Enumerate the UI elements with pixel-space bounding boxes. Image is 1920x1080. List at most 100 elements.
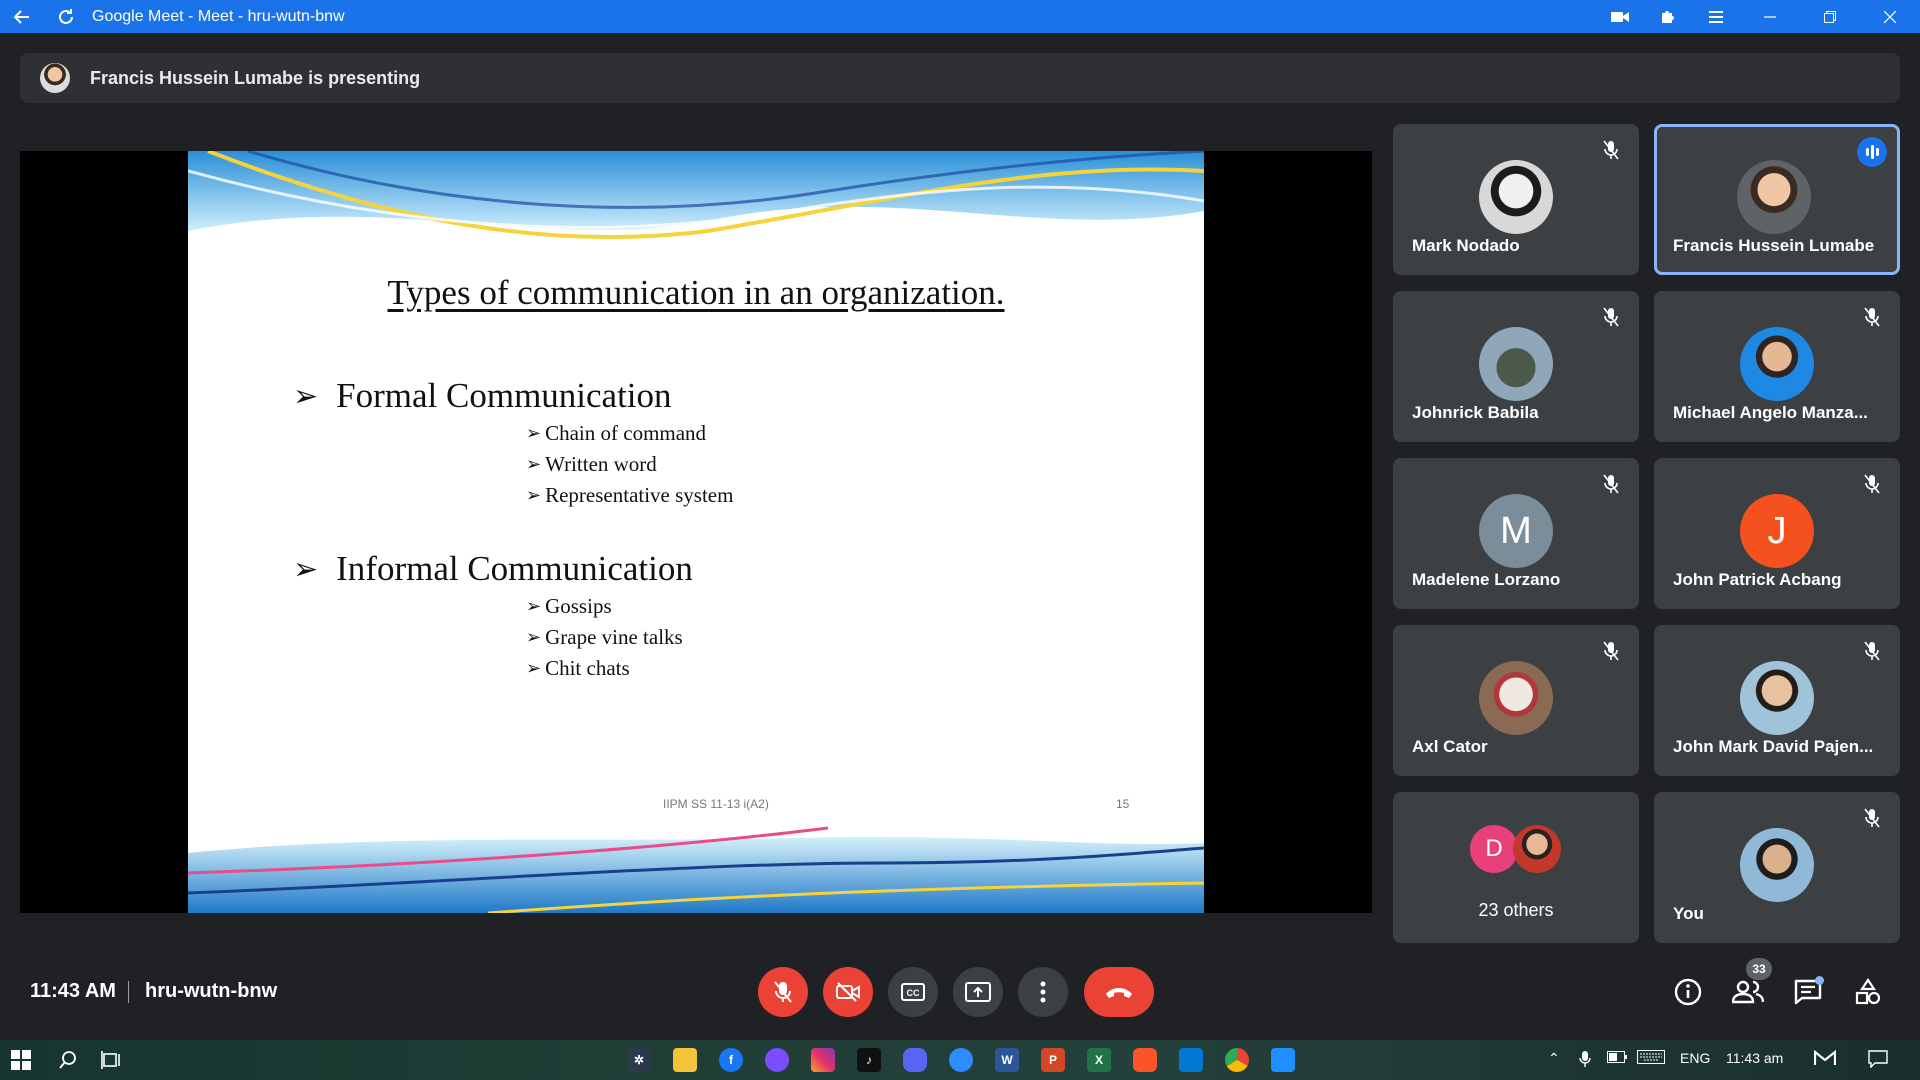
puzzle-icon [1662,10,1674,23]
bullet-arrow-icon: ➢ [526,454,542,474]
slide-item: ➢ Gossips [526,594,612,619]
slide-item: ➢ Chain of command [526,421,706,446]
file-explorer-icon[interactable] [673,1048,697,1072]
participant-tile[interactable]: M Madelene Lorzano [1393,458,1639,609]
participant-tile[interactable]: Johnrick Babila [1393,291,1639,442]
windows-start-button[interactable] [10,1049,32,1071]
participant-name: Axl Cator [1412,737,1488,756]
task-view-icon [101,1051,120,1069]
heading-text: Informal Communication [336,549,693,588]
battery-icon[interactable] [1607,1050,1627,1066]
participant-initial-avatar: M [1479,494,1553,568]
minimize-button[interactable] [1740,0,1800,33]
show-hidden-icons-chevron-icon[interactable]: ⌃ [1548,1050,1560,1067]
restore-button[interactable] [1800,0,1860,33]
hang-up-icon [1106,988,1132,998]
taskbar-clock[interactable]: 11:43 am [1726,1050,1783,1066]
extensions-button[interactable] [1644,0,1692,33]
tiktok-glyph-icon: ♪ [866,1053,872,1067]
app-glyph-icon: ✲ [633,1053,645,1067]
others-tile[interactable]: D 23 others [1393,792,1639,943]
keyboard-icon[interactable] [1637,1050,1665,1067]
messenger-icon[interactable] [765,1048,789,1072]
people-icon [1732,980,1764,1004]
taskbar-app-icon[interactable]: ✲ [627,1048,651,1072]
participant-tile[interactable]: Mark Nodado [1393,124,1639,275]
heading-text: Formal Communication [336,376,672,415]
participant-tile[interactable]: Axl Cator [1393,625,1639,776]
participant-name: Mark Nodado [1412,236,1520,255]
mic-off-icon [1599,305,1623,329]
participant-tile[interactable]: Michael Angelo Manza... [1654,291,1900,442]
camera-off-icon [836,982,860,1002]
participant-name: Johnrick Babila [1412,403,1539,422]
camera-icon [1611,11,1629,22]
participant-initial-avatar: J [1740,494,1814,568]
participant-tile[interactable]: John Mark David Pajen... [1654,625,1900,776]
menu-button[interactable] [1692,0,1740,33]
meeting-details-button[interactable] [1670,974,1706,1010]
camera-indicator-button[interactable] [1596,0,1644,33]
item-text: Chit chats [545,656,630,680]
activities-button[interactable] [1850,974,1886,1010]
tiktok-icon[interactable]: ♪ [857,1048,881,1072]
browser-titlebar: Google Meet - Meet - hru-wutn-bnw [0,0,1920,33]
taskbar-search-button[interactable] [56,1048,80,1072]
windows-logo-icon [11,1050,31,1070]
instagram-icon[interactable] [811,1048,835,1072]
divider [128,981,129,1003]
mic-off-icon [1860,639,1884,663]
powerpoint-glyph-icon: P [1048,1053,1057,1067]
powerpoint-icon[interactable]: P [1041,1048,1065,1072]
participant-avatar [1737,160,1811,234]
microphone-tray-icon[interactable] [1579,1050,1591,1071]
mic-toggle-button[interactable] [758,967,808,1017]
excel-glyph-icon: X [1094,1053,1103,1067]
back-button[interactable] [0,0,44,33]
participant-tile[interactable]: J John Patrick Acbang [1654,458,1900,609]
captions-button[interactable]: CC [888,967,938,1017]
restore-icon [1824,10,1836,23]
present-screen-button[interactable] [953,967,1003,1017]
input-language-indicator[interactable]: ENG [1680,1050,1710,1066]
vscode-icon[interactable] [1179,1048,1203,1072]
task-view-button[interactable] [100,1048,124,1072]
facebook-icon[interactable]: f [719,1048,743,1072]
leave-call-button[interactable] [1084,967,1154,1017]
bullet-arrow-icon: ➢ [526,627,542,647]
reload-button[interactable] [44,0,88,33]
more-vert-icon [1040,981,1046,1003]
brave-browser-icon[interactable] [1133,1048,1157,1072]
slide-item: ➢ Chit chats [526,656,630,681]
participant-tile-presenter[interactable]: Francis Hussein Lumabe [1654,124,1900,275]
item-text: Gossips [545,594,612,618]
mic-off-icon [1599,138,1623,162]
more-options-button[interactable] [1018,967,1068,1017]
word-icon[interactable]: W [995,1048,1019,1072]
bullet-arrow-icon: ➢ [526,596,542,616]
bullet-arrow-icon: ➢ [293,379,319,413]
notification-center-icon[interactable] [1868,1050,1888,1071]
close-window-button[interactable] [1860,0,1920,33]
camera-toggle-button[interactable] [823,967,873,1017]
bullet-arrow-icon: ➢ [526,485,542,505]
participant-name: Madelene Lorzano [1412,570,1561,589]
self-tile[interactable]: You [1654,792,1900,943]
photos-app-icon[interactable] [1271,1048,1295,1072]
others-photo-avatar [1513,825,1561,873]
back-arrow-icon [13,9,29,24]
participant-count-badge: 33 [1746,958,1772,980]
present-icon [965,982,991,1002]
discord-icon[interactable] [903,1048,927,1072]
participant-name: John Mark David Pajen... [1673,737,1874,756]
participant-name: John Patrick Acbang [1673,570,1842,589]
zoom-icon[interactable] [949,1048,973,1072]
excel-icon[interactable]: X [1087,1048,1111,1072]
meeting-code: hru-wutn-bnw [145,980,278,1002]
presentation-stage[interactable]: Types of communication in an organizatio… [20,151,1372,913]
slide-heading-formal: ➢ Formal Communication [293,376,672,416]
chrome-icon[interactable] [1225,1048,1249,1072]
slide-page-number: 15 [1116,797,1130,811]
gmail-tray-icon[interactable] [1813,1049,1837,1069]
participant-avatar [1740,661,1814,735]
